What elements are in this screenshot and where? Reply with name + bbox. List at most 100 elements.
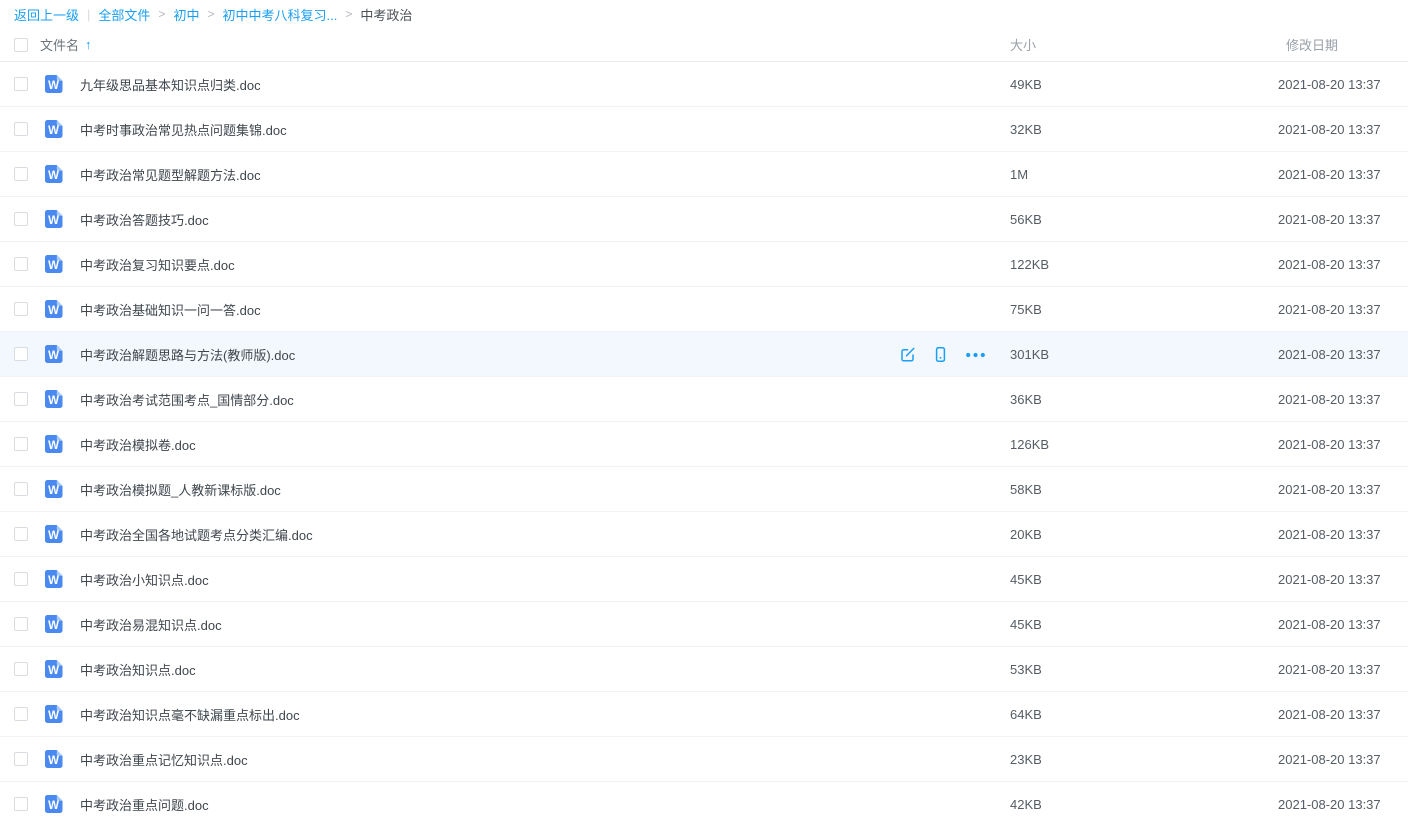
file-name[interactable]: 九年级思品基本知识点归类.doc [80,75,261,94]
file-size: 20KB [1010,527,1278,542]
more-actions-icon[interactable] [965,346,982,363]
row-checkbox[interactable] [14,347,28,361]
file-row[interactable]: W 中考政治小知识点.doc 45KB 2021-08-20 13:37 [0,557,1408,602]
file-row[interactable]: W 中考政治复习知识要点.doc 122KB 2021-08-20 13:37 [0,242,1408,287]
file-size: 53KB [1010,662,1278,677]
word-doc-icon: W [43,523,65,545]
file-date: 2021-08-20 13:37 [1278,752,1378,767]
file-name[interactable]: 中考政治常见题型解题方法.doc [80,165,261,184]
word-doc-icon: W [43,658,65,680]
breadcrumb-separator: > [207,7,214,21]
file-name[interactable]: 中考政治模拟题_人教新课标版.doc [80,480,281,499]
file-row[interactable]: W 中考政治重点问题.doc 42KB 2021-08-20 13:37 [0,782,1408,817]
select-all-checkbox[interactable] [14,38,28,52]
file-name[interactable]: 中考政治全国各地试题考点分类汇编.doc [80,525,313,544]
file-size: 64KB [1010,707,1278,722]
row-checkbox[interactable] [14,122,28,136]
file-row[interactable]: W 中考政治知识点毫不缺漏重点标出.doc 64KB 2021-08-20 13… [0,692,1408,737]
row-checkbox[interactable] [14,527,28,541]
row-checkbox[interactable] [14,77,28,91]
file-name[interactable]: 中考政治重点问题.doc [80,795,209,814]
row-checkbox[interactable] [14,437,28,451]
file-size: 23KB [1010,752,1278,767]
svg-text:W: W [48,170,59,182]
file-row[interactable]: W 中考政治易混知识点.doc 45KB 2021-08-20 13:37 [0,602,1408,647]
file-manager-page: 返回上一级 | 全部文件>初中>初中中考八科复习...>中考政治 文件名 ↑ 大… [0,0,1408,817]
svg-text:W: W [48,755,59,767]
file-row[interactable]: W 中考政治全国各地试题考点分类汇编.doc 20KB 2021-08-20 1… [0,512,1408,557]
row-checkbox[interactable] [14,797,28,811]
file-date: 2021-08-20 13:37 [1278,392,1378,407]
column-header-filename[interactable]: 文件名 [40,35,79,54]
row-checkbox[interactable] [14,572,28,586]
file-row[interactable]: W 九年级思品基本知识点归类.doc 49KB 2021-08-20 13:37 [0,62,1408,107]
file-size: 45KB [1010,617,1278,632]
sort-ascending-icon[interactable]: ↑ [85,37,92,52]
file-name[interactable]: 中考政治解题思路与方法(教师版).doc [80,345,295,364]
breadcrumb-item[interactable]: 初中中考八科复习... [222,5,337,24]
word-doc-icon: W [43,478,65,500]
file-date: 2021-08-20 13:37 [1278,572,1378,587]
edit-icon[interactable] [899,346,916,363]
word-doc-icon: W [43,163,65,185]
file-name[interactable]: 中考政治模拟卷.doc [80,435,196,454]
file-row[interactable]: W 中考政治解题思路与方法(教师版).doc [0,332,1408,377]
row-checkbox[interactable] [14,257,28,271]
file-name[interactable]: 中考政治易混知识点.doc [80,615,222,634]
breadcrumb-back-link[interactable]: 返回上一级 [14,5,79,24]
row-checkbox[interactable] [14,212,28,226]
breadcrumb-item[interactable]: 全部文件 [98,5,150,24]
row-checkbox[interactable] [14,662,28,676]
file-size: 75KB [1010,302,1278,317]
svg-text:W: W [48,305,59,317]
file-date: 2021-08-20 13:37 [1278,212,1378,227]
svg-text:W: W [48,575,59,587]
svg-text:W: W [48,215,59,227]
file-row[interactable]: W 中考政治基础知识一问一答.doc 75KB 2021-08-20 13:37 [0,287,1408,332]
column-header-size[interactable]: 大小 [1010,35,1278,54]
word-doc-icon: W [43,388,65,410]
file-name[interactable]: 中考政治基础知识一问一答.doc [80,300,261,319]
file-row[interactable]: W 中考时事政治常见热点问题集锦.doc 32KB 2021-08-20 13:… [0,107,1408,152]
file-date: 2021-08-20 13:37 [1278,257,1378,272]
file-row[interactable]: W 中考政治模拟题_人教新课标版.doc 58KB 2021-08-20 13:… [0,467,1408,512]
file-row[interactable]: W 中考政治知识点.doc 53KB 2021-08-20 13:37 [0,647,1408,692]
file-row[interactable]: W 中考政治模拟卷.doc 126KB 2021-08-20 13:37 [0,422,1408,467]
column-header-date[interactable]: 修改日期 [1278,35,1378,54]
file-name[interactable]: 中考政治复习知识要点.doc [80,255,235,274]
list-header: 文件名 ↑ 大小 修改日期 [0,28,1408,62]
file-name[interactable]: 中考政治考试范围考点_国情部分.doc [80,390,294,409]
row-checkbox[interactable] [14,167,28,181]
svg-text:W: W [48,350,59,362]
row-checkbox[interactable] [14,302,28,316]
file-size: 32KB [1010,122,1278,137]
file-date: 2021-08-20 13:37 [1278,617,1378,632]
row-checkbox[interactable] [14,752,28,766]
breadcrumb-separator: > [158,7,165,21]
row-checkbox[interactable] [14,617,28,631]
file-name[interactable]: 中考政治小知识点.doc [80,570,209,589]
breadcrumb: 返回上一级 | 全部文件>初中>初中中考八科复习...>中考政治 [0,0,1408,28]
file-size: 301KB [1010,347,1278,362]
file-row[interactable]: W 中考政治答题技巧.doc 56KB 2021-08-20 13:37 [0,197,1408,242]
file-list: W 九年级思品基本知识点归类.doc 49KB 2021-08-20 13:37… [0,62,1408,817]
file-row[interactable]: W 中考政治考试范围考点_国情部分.doc 36KB 2021-08-20 13… [0,377,1408,422]
file-name[interactable]: 中考政治重点记忆知识点.doc [80,750,248,769]
breadcrumb-item[interactable]: 初中 [173,5,199,24]
file-name[interactable]: 中考政治知识点毫不缺漏重点标出.doc [80,705,300,724]
mobile-icon[interactable] [932,346,949,363]
file-name[interactable]: 中考政治答题技巧.doc [80,210,209,229]
file-name[interactable]: 中考政治知识点.doc [80,660,196,679]
file-row[interactable]: W 中考政治重点记忆知识点.doc 23KB 2021-08-20 13:37 [0,737,1408,782]
file-size: 36KB [1010,392,1278,407]
word-doc-icon: W [43,343,65,365]
file-row[interactable]: W 中考政治常见题型解题方法.doc 1M 2021-08-20 13:37 [0,152,1408,197]
file-size: 58KB [1010,482,1278,497]
file-name[interactable]: 中考时事政治常见热点问题集锦.doc [80,120,287,139]
row-checkbox[interactable] [14,707,28,721]
word-doc-icon: W [43,433,65,455]
svg-text:W: W [48,395,59,407]
row-checkbox[interactable] [14,482,28,496]
row-checkbox[interactable] [14,392,28,406]
row-hover-actions [899,346,1010,363]
